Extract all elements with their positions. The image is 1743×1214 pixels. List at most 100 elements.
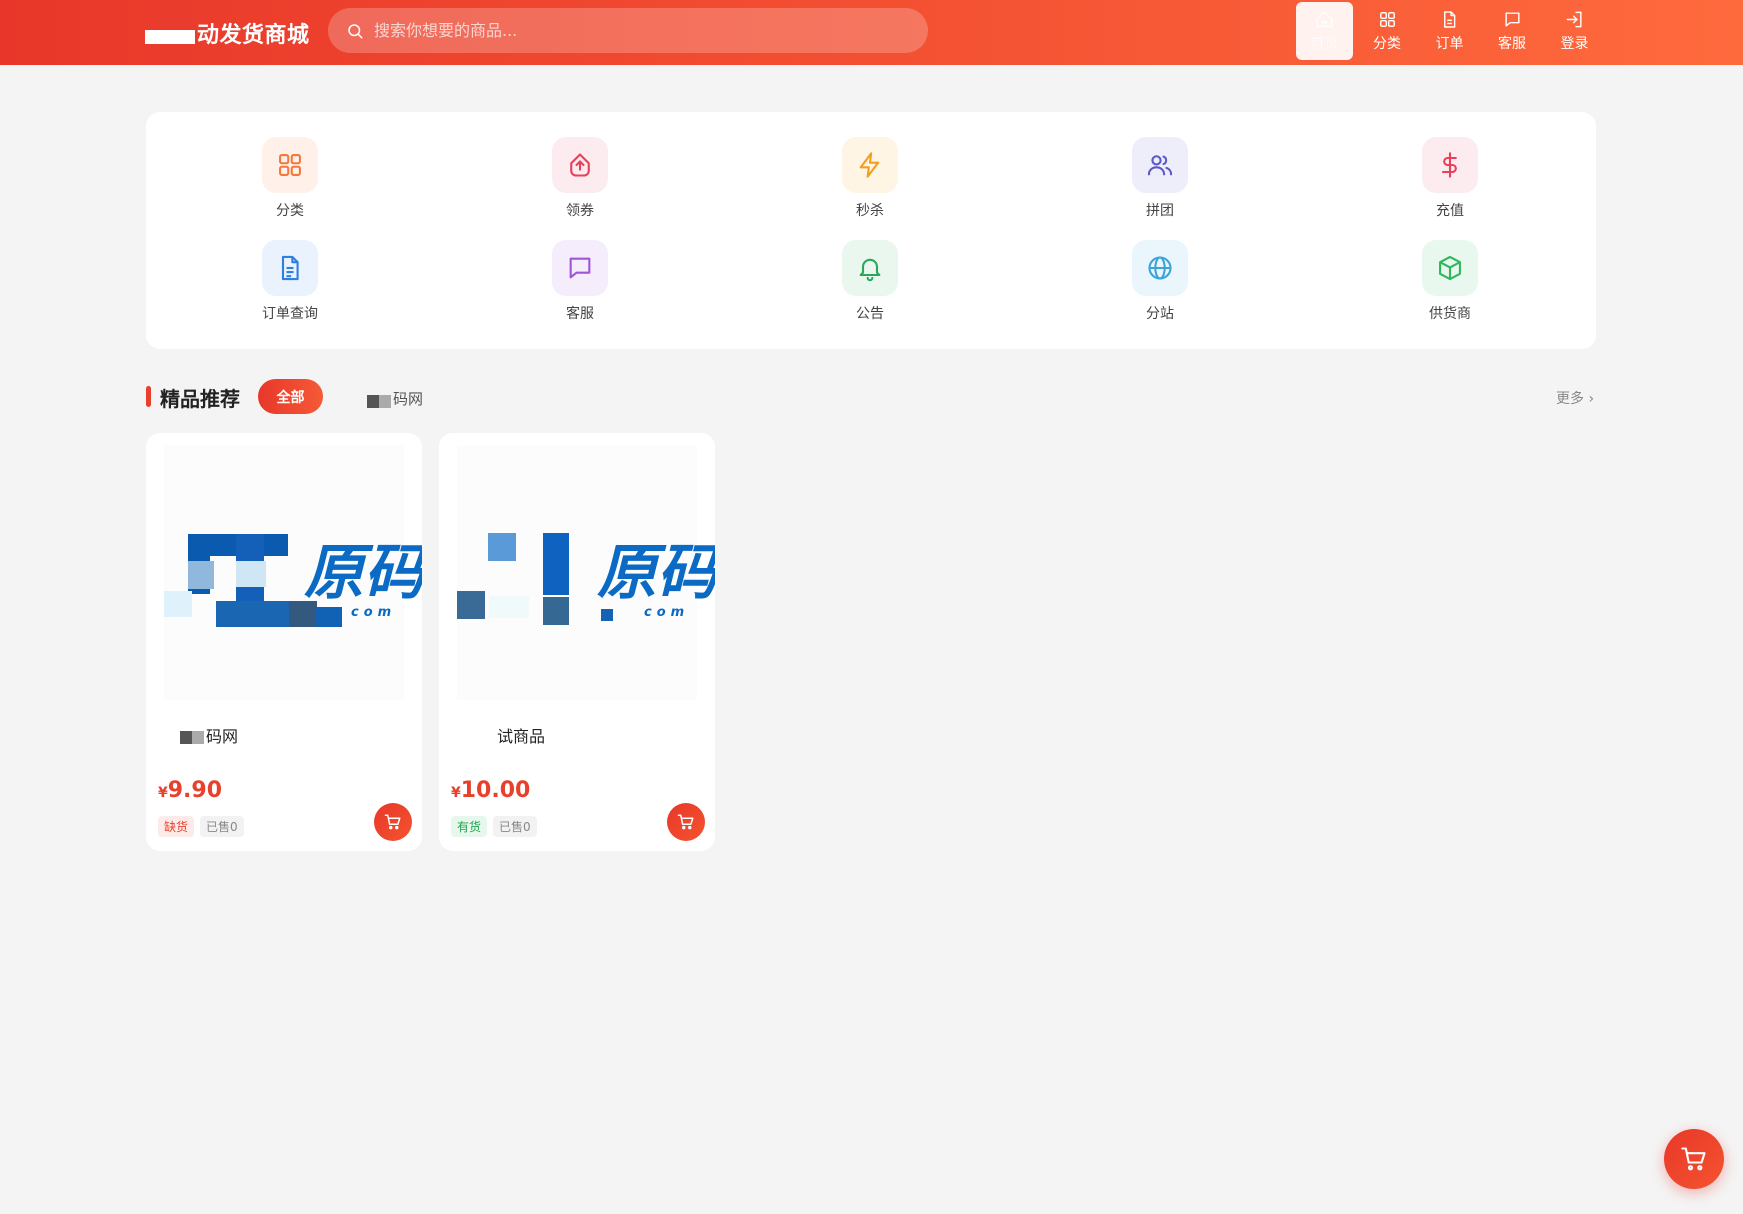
- quick-item-category[interactable]: 分类: [235, 137, 345, 220]
- nav-orders[interactable]: 订单: [1421, 2, 1478, 60]
- nav-support-label: 客服: [1498, 35, 1526, 52]
- quick-label: 分站: [1146, 306, 1174, 322]
- product-name-text: 码网: [206, 727, 239, 746]
- nav-login[interactable]: 登录: [1546, 2, 1603, 60]
- quick-label: 充值: [1436, 203, 1464, 219]
- price-currency: ¥: [158, 785, 168, 801]
- product-card[interactable]: 原码 com 试商品 ¥10.00 有货 已售0: [439, 433, 715, 851]
- cart-icon: [677, 814, 694, 830]
- section-accent-bar: [146, 386, 151, 407]
- quick-label: 分类: [276, 203, 304, 219]
- product-name[interactable]: 试商品: [497, 723, 545, 747]
- login-icon: [1566, 11, 1582, 27]
- grid-icon: [279, 154, 301, 176]
- quick-icon-bg: [552, 240, 608, 296]
- box-icon: [1439, 255, 1461, 281]
- quick-label: 秒杀: [856, 203, 884, 219]
- quick-label: 供货商: [1429, 306, 1471, 322]
- users-icon: [1147, 155, 1173, 176]
- nav-category-label: 分类: [1373, 35, 1401, 52]
- quick-label: 拼团: [1146, 203, 1174, 219]
- nav-orders-label: 订单: [1435, 35, 1464, 52]
- floating-cart-button[interactable]: [1664, 1129, 1724, 1189]
- product-badges: 有货 已售0: [451, 816, 543, 837]
- more-link[interactable]: 更多 ›: [1556, 388, 1594, 408]
- svg-text:com: com: [351, 605, 396, 620]
- top-header: 动发货商城 首页 分类 订单 客服 登录: [0, 0, 1743, 65]
- tab-category[interactable]: 码网: [367, 388, 423, 409]
- dollar-icon: [1441, 152, 1457, 178]
- bell-icon: [859, 258, 881, 282]
- quick-label: 客服: [566, 306, 594, 322]
- add-to-cart-button[interactable]: [374, 803, 412, 841]
- quick-item-group-buy[interactable]: 拼团: [1105, 137, 1215, 220]
- svg-text:com: com: [644, 605, 689, 620]
- lightning-icon: [859, 152, 880, 178]
- quick-item-notice[interactable]: 公告: [815, 240, 925, 323]
- price-value: 9.90: [167, 778, 223, 803]
- upload-icon: [570, 153, 590, 177]
- quick-item-support[interactable]: 客服: [525, 240, 635, 323]
- price-currency: ¥: [451, 785, 461, 801]
- quick-item-coupon[interactable]: 领券: [525, 137, 635, 220]
- quick-item-recharge[interactable]: 充值: [1395, 137, 1505, 220]
- quick-label: 领券: [566, 203, 594, 219]
- site-logo[interactable]: 动发货商城: [145, 16, 310, 50]
- nav-support[interactable]: 客服: [1484, 2, 1541, 60]
- nav-login-label: 登录: [1560, 35, 1589, 52]
- stock-badge: 有货: [451, 816, 488, 837]
- chat-icon: [569, 257, 591, 279]
- price-value: 10.00: [460, 778, 531, 803]
- sold-badge: 已售0: [200, 816, 244, 837]
- stock-badge: 缺货: [158, 816, 195, 837]
- quick-icon-bg: [552, 137, 608, 193]
- product-card[interactable]: 原码 com 码网 ¥9.90 缺货 已售0: [146, 433, 422, 851]
- redaction-block: [180, 730, 204, 744]
- product-image[interactable]: 原码 com: [439, 433, 715, 709]
- cart-icon: [384, 814, 401, 830]
- nav-home-label: 首页: [1310, 35, 1339, 52]
- product-logo-image: 原码 com: [439, 505, 715, 625]
- quick-label: 订单查询: [262, 306, 318, 322]
- logo-redaction: [145, 30, 195, 44]
- quick-icon-bg: [1422, 137, 1478, 193]
- cart-icon: [1681, 1147, 1706, 1171]
- nav-category[interactable]: 分类: [1359, 2, 1416, 60]
- quick-item-supplier[interactable]: 供货商: [1395, 240, 1505, 323]
- product-name-text: 试商品: [497, 727, 546, 746]
- tab-all[interactable]: 全部: [258, 379, 323, 414]
- section-title: 精品推荐: [160, 387, 240, 411]
- product-name[interactable]: 码网: [180, 723, 238, 747]
- quick-item-flash-sale[interactable]: 秒杀: [815, 137, 925, 220]
- home-icon: [1316, 11, 1333, 27]
- add-to-cart-button[interactable]: [667, 803, 705, 841]
- grid-icon: [1379, 11, 1395, 27]
- site-title: 动发货商城: [197, 23, 310, 48]
- search-bar[interactable]: [328, 8, 928, 53]
- redaction-block: [367, 395, 391, 408]
- sold-badge: 已售0: [493, 816, 537, 837]
- product-logo-image: 原码 com: [146, 505, 422, 627]
- top-nav: 首页 分类 订单 客服 登录: [1296, 2, 1609, 60]
- quick-icon-bg: [262, 137, 318, 193]
- file-icon: [1444, 10, 1456, 28]
- quick-icon-bg: [1422, 240, 1478, 296]
- product-price: ¥10.00: [451, 778, 530, 803]
- tab-category-label: 码网: [393, 390, 424, 408]
- quick-icon-bg: [262, 240, 318, 296]
- svg-text:原码: 原码: [597, 538, 715, 608]
- quick-icon-bg: [1132, 137, 1188, 193]
- product-image[interactable]: 原码 com: [146, 433, 422, 709]
- document-icon: [281, 255, 299, 281]
- quick-item-substation[interactable]: 分站: [1105, 240, 1215, 323]
- quick-label: 公告: [856, 306, 884, 322]
- nav-home[interactable]: 首页: [1296, 2, 1353, 60]
- product-price: ¥9.90: [158, 778, 222, 803]
- search-icon: [348, 23, 363, 38]
- product-badges: 缺货 已售0: [158, 816, 250, 837]
- quick-menu-card: 分类 领券 秒杀 拼团 充值 订单查询 客服 公告 分站 供货商: [146, 112, 1596, 349]
- chat-icon: [1504, 11, 1520, 27]
- quick-item-order-query[interactable]: 订单查询: [235, 240, 345, 323]
- svg-text:原码: 原码: [304, 538, 422, 608]
- search-input[interactable]: [374, 21, 894, 40]
